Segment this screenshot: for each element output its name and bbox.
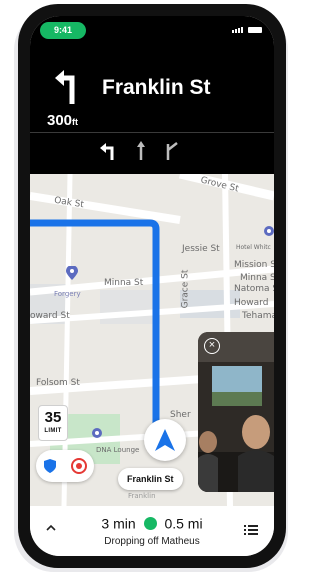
list-icon[interactable] bbox=[244, 524, 258, 536]
signal-icon bbox=[232, 27, 243, 33]
map-label: Tehama bbox=[242, 311, 274, 321]
eta-distance: 0.5 mi bbox=[164, 515, 203, 532]
turn-left-lane-icon bbox=[100, 143, 114, 160]
map-label: Howard bbox=[234, 298, 269, 308]
poi-pin-icon[interactable] bbox=[264, 226, 274, 238]
city-block bbox=[100, 290, 160, 324]
map-label: Jessie St bbox=[182, 244, 220, 254]
distance-unit: ft bbox=[72, 117, 79, 127]
map-label: Minna S bbox=[240, 273, 274, 283]
straight-lane-icon bbox=[137, 141, 145, 160]
navigation-route bbox=[30, 219, 160, 434]
trip-summary-bar[interactable]: 3 min 0.5 mi Dropping off Matheus bbox=[30, 506, 274, 556]
app-screen: 9:41 300ft Franklin St Oak St Grove St J… bbox=[30, 16, 274, 556]
turn-left-arrow-icon bbox=[55, 70, 75, 104]
map-label: Folsom St bbox=[36, 378, 80, 388]
map-label: Minna St bbox=[104, 278, 144, 288]
maneuver-distance: 300ft bbox=[47, 112, 78, 129]
close-icon[interactable]: × bbox=[204, 338, 220, 354]
speed-limit-label: LIMIT bbox=[44, 428, 62, 434]
camera-feed-image bbox=[198, 332, 274, 492]
status-bar: 9:41 bbox=[30, 16, 274, 46]
trip-status: Dropping off Matheus bbox=[104, 536, 200, 547]
map-label: Natoma S bbox=[234, 284, 274, 294]
speed-limit-sign: 35 LIMIT bbox=[38, 405, 68, 441]
navigation-arrow-icon bbox=[155, 429, 175, 451]
status-time: 9:41 bbox=[40, 22, 86, 39]
map-label: Hotel Whitc bbox=[236, 244, 271, 251]
current-street-chip: Franklin St bbox=[118, 468, 183, 490]
lane-divider bbox=[30, 132, 274, 133]
poi-pin-icon[interactable] bbox=[66, 266, 78, 280]
battery-icon bbox=[248, 27, 262, 33]
map-label: Forgery bbox=[54, 290, 81, 298]
map-label: Sher bbox=[170, 410, 191, 420]
straight-right-lane-icon bbox=[166, 142, 178, 160]
vehicle-location-marker[interactable] bbox=[144, 419, 186, 461]
speed-limit-value: 35 bbox=[44, 409, 62, 426]
person-icon bbox=[143, 516, 157, 530]
eta-row: 3 min 0.5 mi bbox=[30, 514, 274, 531]
status-icons bbox=[232, 27, 262, 33]
poi-pin-icon[interactable] bbox=[92, 428, 102, 440]
map-controls bbox=[36, 450, 94, 482]
lane-guidance bbox=[100, 140, 180, 160]
road-oak-st bbox=[30, 192, 181, 224]
map-label: DNA Lounge bbox=[96, 446, 140, 454]
eta-time: 3 min bbox=[101, 515, 136, 532]
map-label: oward St bbox=[30, 311, 70, 321]
camera-feed[interactable]: × bbox=[198, 332, 274, 492]
map-label: Grace St bbox=[180, 269, 191, 309]
navigation-banner[interactable]: 300ft Franklin St bbox=[30, 46, 274, 174]
distance-value: 300 bbox=[47, 112, 73, 129]
target-icon[interactable] bbox=[71, 458, 87, 474]
next-street-name: Franklin St bbox=[102, 76, 211, 99]
map-label: Mission S bbox=[234, 260, 274, 270]
shield-icon[interactable] bbox=[43, 458, 57, 474]
map-label: Franklin bbox=[128, 492, 156, 500]
